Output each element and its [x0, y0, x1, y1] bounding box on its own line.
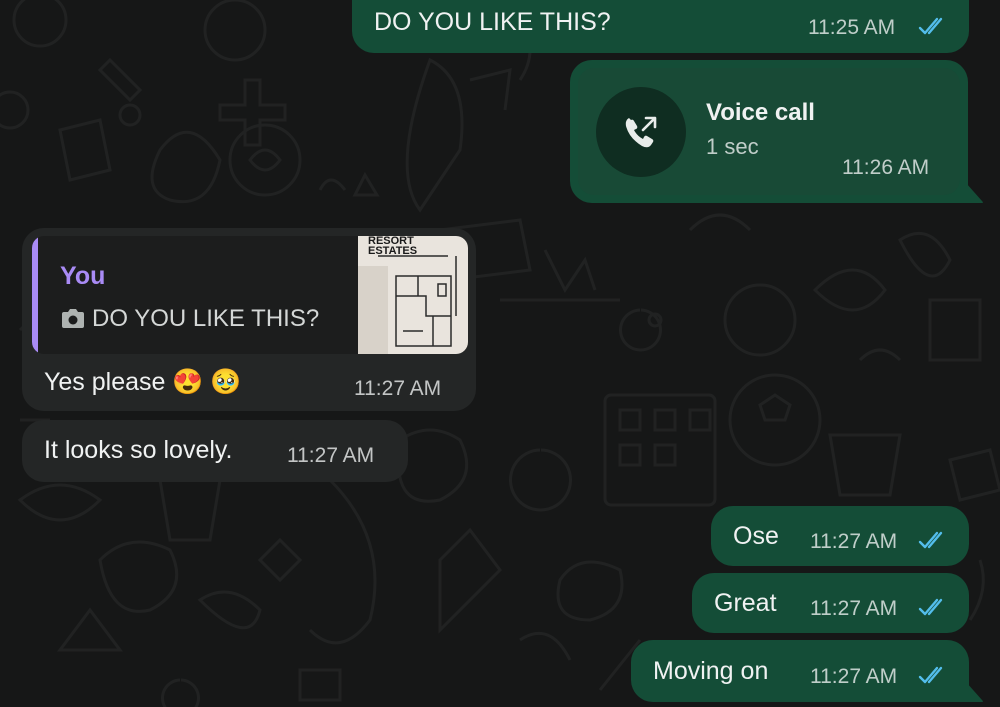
message-timestamp: 11:27 AM — [810, 597, 898, 620]
double-check-icon — [918, 666, 943, 684]
message-timestamp: 11:27 AM — [810, 530, 898, 553]
bubble-tail — [966, 183, 983, 203]
message-text: Moving on — [653, 657, 769, 685]
quoted-message[interactable]: You DO YOU LIKE THIS? RESORT ESTATES — [32, 236, 468, 354]
message-text: Ose — [733, 522, 779, 550]
message-bubble-outgoing[interactable]: Moving on 11:27 AM — [631, 640, 969, 702]
message-text: It looks so lovely. — [44, 436, 233, 464]
message-text: DO YOU LIKE THIS? — [374, 8, 611, 36]
quote-thumbnail: RESORT ESTATES — [358, 236, 468, 354]
floor-plan-image — [358, 255, 457, 354]
bubble-tail — [966, 682, 983, 702]
camera-icon — [62, 309, 84, 328]
message-timestamp: 11:27 AM — [810, 665, 898, 688]
voice-call-title: Voice call — [706, 99, 815, 126]
double-check-icon — [918, 598, 943, 616]
voice-call-duration: 1 sec — [706, 134, 759, 159]
quote-text: DO YOU LIKE THIS? — [92, 305, 320, 332]
message-timestamp: 11:27 AM — [354, 377, 442, 400]
double-check-icon — [918, 17, 943, 35]
call-icon-circle — [596, 87, 686, 177]
quote-author: You — [60, 262, 106, 290]
message-timestamp: 11:25 AM — [808, 16, 896, 39]
voice-call-bubble[interactable]: Voice call 1 sec 11:26 AM — [570, 60, 968, 203]
message-bubble-incoming[interactable]: It looks so lovely. 11:27 AM — [22, 420, 408, 482]
message-bubble-outgoing[interactable]: Great 11:27 AM — [692, 573, 969, 633]
message-text: Great — [714, 589, 777, 617]
double-check-icon — [918, 531, 943, 549]
chat-panel: DO YOU LIKE THIS? 11:25 AM Voice call 1 … — [0, 0, 1000, 707]
message-bubble-outgoing[interactable]: DO YOU LIKE THIS? 11:25 AM — [352, 0, 969, 53]
message-text: Yes please 😍 🥹 — [44, 368, 242, 396]
message-bubble-outgoing[interactable]: Ose 11:27 AM — [711, 506, 969, 566]
outgoing-call-icon — [625, 116, 657, 148]
message-timestamp: 11:26 AM — [842, 156, 930, 179]
quote-accent-bar — [32, 236, 38, 354]
message-bubble-incoming[interactable]: You DO YOU LIKE THIS? RESORT ESTATES Yes… — [22, 228, 476, 411]
message-timestamp: 11:27 AM — [287, 444, 375, 467]
